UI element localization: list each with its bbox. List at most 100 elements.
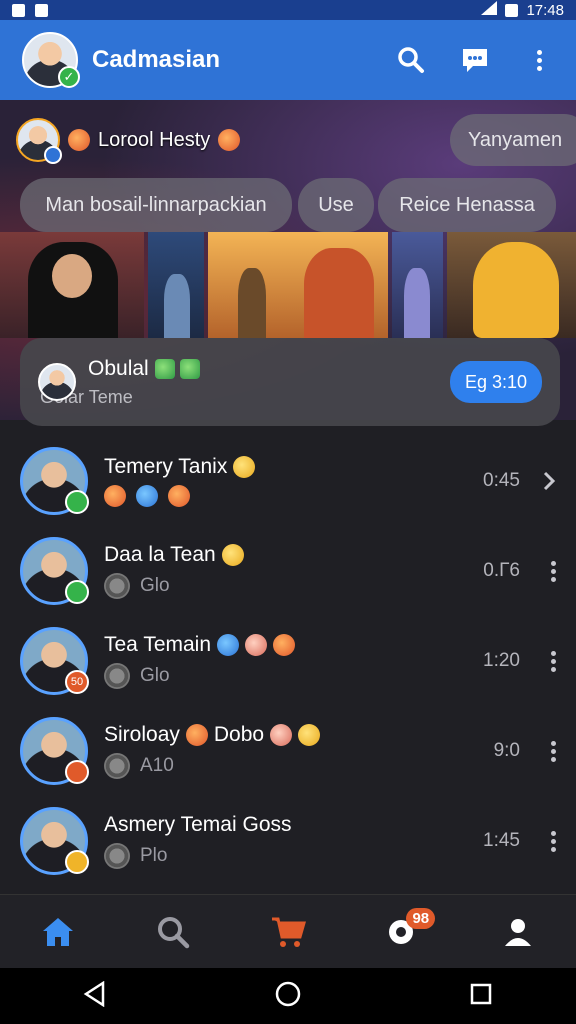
media-thumbnail[interactable] (391, 232, 444, 338)
avatar (20, 447, 89, 515)
more-options-button[interactable] (520, 830, 556, 852)
status-badge (65, 760, 89, 784)
face-emoji-icon (245, 634, 268, 656)
face-emoji-icon (185, 724, 208, 746)
pinned-name: Obulal (88, 356, 149, 380)
media-thumbnail[interactable] (0, 232, 145, 338)
open-chat-button[interactable] (520, 470, 556, 492)
sparkle-emoji-icon (136, 485, 158, 507)
filter-chip[interactable]: Reice Henassa (378, 178, 556, 232)
chevron-right-icon (543, 471, 556, 491)
pinned-avatar (38, 363, 76, 401)
status-time: 17:48 (526, 1, 564, 19)
more-vertical-icon (550, 830, 556, 852)
search-icon (398, 47, 424, 73)
more-vertical-icon (550, 740, 556, 762)
profile-avatar[interactable]: ✓ (22, 32, 80, 88)
nav-profile[interactable] (488, 902, 548, 962)
face-emoji-icon (298, 724, 321, 746)
battery-icon (505, 3, 519, 17)
chat-bubble-icon (463, 49, 487, 72)
message-preview: Plo (140, 845, 168, 866)
status-bar: 17:48 (0, 0, 576, 20)
message-time: 9:0 (493, 740, 520, 761)
app-header: ✓ Cadmasian (0, 20, 576, 100)
contact-name: Temery Tanix (104, 455, 228, 478)
user-icon (505, 918, 532, 946)
list-item[interactable]: Asmery Temai Goss Plo 1:45 (0, 796, 576, 886)
message-time: 0:45 (483, 470, 520, 491)
signal-icon (481, 1, 498, 19)
more-vertical-icon (536, 49, 542, 71)
pinned-chat-card[interactable]: Obulal Goiar Teme Eg 3:10 (20, 338, 560, 426)
avatar (20, 717, 89, 785)
story-item[interactable]: Lorool Hesty (16, 118, 241, 164)
story-name: Lorool Hesty (98, 128, 211, 151)
nav-home[interactable] (28, 902, 88, 962)
nav-shop[interactable] (258, 902, 318, 962)
story-avatar (16, 118, 62, 164)
media-thumbnail[interactable] (447, 232, 576, 338)
contact-name: Siroloay (104, 723, 180, 746)
contact-name: Daa la Tean (104, 543, 216, 566)
media-carousel[interactable] (0, 232, 576, 338)
face-emoji-icon (270, 724, 293, 746)
filter-chip[interactable]: Man bosail-linnarpackian (20, 178, 292, 232)
home-circle-icon (275, 981, 301, 1006)
search-icon (157, 916, 190, 948)
page-title: Cadmasian (92, 46, 221, 73)
more-vertical-icon (550, 650, 556, 672)
contact-name-suffix: Dobo (213, 723, 265, 746)
face-emoji-icon (233, 456, 256, 478)
recents-icon (470, 983, 491, 1004)
media-thumbnail[interactable] (148, 232, 204, 338)
face-emoji-icon (218, 129, 241, 151)
more-menu-button[interactable] (524, 45, 554, 75)
avatar (20, 537, 89, 605)
search-button[interactable] (396, 45, 426, 75)
recents-button[interactable] (469, 982, 493, 1011)
nav-notifications[interactable]: 98 (373, 902, 436, 962)
filter-chip[interactable]: Use (298, 178, 374, 232)
shield-icon (35, 3, 48, 17)
flame-emoji-icon (168, 485, 190, 507)
face-emoji-icon (68, 129, 90, 151)
back-icon (84, 980, 105, 1007)
face-emoji-icon (221, 544, 244, 566)
more-options-button[interactable] (520, 560, 556, 582)
clover-emoji-icon (180, 358, 201, 379)
contact-name: Asmery Temai Goss (104, 813, 292, 836)
home-icon (42, 917, 73, 946)
message-time: 0.Г6 (483, 560, 520, 581)
notification-count-badge: 98 (406, 907, 436, 929)
message-preview: A10 (140, 755, 174, 776)
message-preview: Glo (140, 575, 170, 596)
notification-icon (12, 3, 25, 17)
gear-icon (104, 663, 130, 689)
list-item[interactable]: Daa la Tean Glo 0.Г6 (0, 526, 576, 616)
media-thumbnail[interactable] (207, 232, 388, 338)
face-emoji-icon (273, 634, 296, 656)
more-options-button[interactable] (520, 740, 556, 762)
list-item[interactable]: 50 Tea Temain Glo 1:20 (0, 616, 576, 706)
bottom-navigation: 98 (0, 894, 576, 968)
back-button[interactable] (83, 980, 107, 1012)
gear-icon (104, 843, 130, 869)
more-vertical-icon (550, 560, 556, 582)
filter-chip[interactable]: Yanyamen (450, 114, 576, 166)
nav-search[interactable] (143, 902, 203, 962)
list-item[interactable]: Temery Tanix 0:45 (0, 436, 576, 526)
contact-name: Tea Temain (104, 633, 212, 656)
message-preview: Glo (140, 665, 170, 686)
status-badge (65, 580, 89, 604)
more-options-button[interactable] (520, 650, 556, 672)
chat-list: Temery Tanix 0:45 Daa la Tean Glo 0.Г6 5… (0, 436, 576, 886)
verified-check-icon: ✓ (58, 66, 80, 88)
chat-button[interactable] (460, 45, 490, 75)
join-button[interactable]: Eg 3:10 (450, 361, 542, 403)
flame-emoji-icon (104, 485, 126, 507)
home-system-button[interactable] (274, 980, 302, 1013)
clover-emoji-icon (154, 358, 175, 379)
shopping-cart-icon (271, 917, 306, 947)
list-item[interactable]: Siroloay Dobo A10 9:0 (0, 706, 576, 796)
